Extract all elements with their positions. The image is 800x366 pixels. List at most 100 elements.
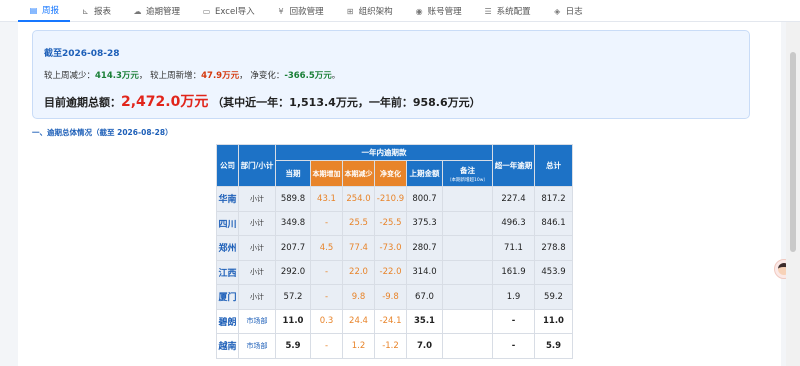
company-cell[interactable]: 四川 <box>216 210 239 236</box>
last-amount-cell: 314.0 <box>406 259 443 285</box>
decrease-cell: 77.4 <box>342 235 375 261</box>
increase-cell: - <box>310 284 343 310</box>
dept-cell[interactable]: 小计 <box>238 210 276 236</box>
net-cell: -25.5 <box>374 210 407 236</box>
over-year-cell: 496.3 <box>492 210 535 236</box>
decrease-value: 414.3万元 <box>95 71 139 81</box>
dept-cell[interactable]: 市场部 <box>238 333 276 359</box>
total-cell: 5.9 <box>534 333 573 359</box>
increase-cell: - <box>310 210 343 236</box>
nav-item-3[interactable]: ▭ Excel导入 <box>191 0 266 22</box>
nav-item-label: 逾期管理 <box>146 7 181 17</box>
decrease-cell: 24.4 <box>342 308 375 334</box>
current-cell: 57.2 <box>275 284 311 310</box>
company-cell[interactable]: 郑州 <box>216 235 239 261</box>
nav-item-label: 回款管理 <box>289 7 324 17</box>
chart-icon: ⊾ <box>82 6 89 16</box>
nav-item-label: 日志 <box>565 7 583 17</box>
nav-item-label: 组织架构 <box>358 7 393 17</box>
nav-item-4[interactable]: ¥ 回款管理 <box>266 0 335 22</box>
nav-item-5[interactable]: ⊞ 组织架构 <box>335 0 404 22</box>
nav-item-0[interactable]: ▤ 周报 <box>18 0 71 22</box>
net-cell: -73.0 <box>374 235 407 261</box>
increase-value: 47.9万元 <box>201 71 240 81</box>
last-amount-cell: 280.7 <box>406 235 443 261</box>
remark-cell <box>442 210 493 236</box>
total-cell: 817.2 <box>534 186 573 212</box>
dept-cell[interactable]: 小计 <box>238 186 276 212</box>
header-dept: 部门/小计 <box>238 144 276 187</box>
current-cell: 11.0 <box>275 308 311 334</box>
total-cell: 11.0 <box>534 308 573 334</box>
header-increase: 本期增加 <box>310 160 343 187</box>
remark-cell <box>442 235 493 261</box>
top-navigation: ▤ 周报 ⊾ 报表 ☁ 逾期管理 ▭ Excel导入 ¥ 回款管理 ⊞ 组织架构 ◉ 账号管理 ☰ 系统配置 ◈… <box>0 0 800 22</box>
remark-cell <box>442 259 493 285</box>
table-row: 郑州 小计 207.7 4.5 77.4 -73.0 280.7 71.1 278.8 <box>216 235 573 261</box>
scrollbar-thumb[interactable] <box>790 52 796 252</box>
over-year-cell: 161.9 <box>492 259 535 285</box>
total-cell: 846.1 <box>534 210 573 236</box>
nav-item-1[interactable]: ⊾ 报表 <box>70 0 122 22</box>
remark-cell <box>442 308 493 334</box>
main-content: 截至2026-08-28 较上周减少：414.3万元， 较上周新增：47.9万元… <box>18 22 794 366</box>
table-row: 四川 小计 349.8-25.5 -25.5 375.3 496.3 846.1 <box>216 210 573 236</box>
net-cell: -9.8 <box>374 284 407 310</box>
company-cell[interactable]: 碧朗 <box>216 308 239 334</box>
header-remark: 备注 （本期新增超10w） <box>442 160 493 187</box>
over-year-cell: 227.4 <box>492 186 535 212</box>
net-cell: -1.2 <box>374 333 407 359</box>
net-cell: -210.9 <box>374 186 407 212</box>
table-row: 碧朗 市场部 11.0 0.3 24.4 -24.1 35.1-11.0 <box>216 308 573 334</box>
decrease-cell: 22.0 <box>342 259 375 285</box>
header-net: 净变化 <box>374 160 407 187</box>
dept-cell[interactable]: 市场部 <box>238 308 276 334</box>
over-year-cell: 1.9 <box>492 284 535 310</box>
header-remark-label: 备注 <box>460 165 475 175</box>
net-cell: -24.1 <box>374 308 407 334</box>
dept-cell[interactable]: 小计 <box>238 259 276 285</box>
weekly-change-line: 较上周减少：414.3万元， 较上周新增：47.9万元， 净变化：-366.5万… <box>44 71 341 81</box>
total-cell: 59.2 <box>534 284 573 310</box>
total-cell: 278.8 <box>534 235 573 261</box>
current-cell: 207.7 <box>275 235 311 261</box>
nav-item-label: Excel导入 <box>215 7 255 17</box>
overdue-total-line: 目前逾期总额：2,472.0万元 （其中近一年：1,513.4万元，一年前：95… <box>44 91 481 111</box>
decrease-cell: 1.2 <box>342 333 375 359</box>
increase-cell: 0.3 <box>310 308 343 334</box>
remark-cell <box>442 333 493 359</box>
total-detail: （其中近一年：1,513.4万元，一年前：958.6万元） <box>212 96 481 109</box>
nav-item-8[interactable]: ◈ 日志 <box>542 0 594 22</box>
over-year-cell: 71.1 <box>492 235 535 261</box>
last-amount-cell: 7.0 <box>406 333 443 359</box>
file-icon: ▭ <box>202 6 211 16</box>
header-within-year: 一年内逾期款 <box>275 144 493 161</box>
nav-item-2[interactable]: ☁ 逾期管理 <box>122 0 191 22</box>
company-cell[interactable]: 江西 <box>216 259 239 285</box>
header-decrease: 本期减少 <box>342 160 375 187</box>
nav-item-label: 周报 <box>42 6 60 16</box>
last-amount-cell: 800.7 <box>406 186 443 212</box>
header-company: 公司 <box>216 144 239 187</box>
scrollbar[interactable] <box>786 22 800 366</box>
remark-cell <box>442 186 493 212</box>
yen-icon: ¥ <box>278 6 284 16</box>
header-current: 当期 <box>275 160 311 187</box>
company-cell[interactable]: 厦门 <box>216 284 239 310</box>
overdue-table: 公司 部门/小计 一年内逾期款 超一年逾期 总计 当期 本期增加 本期减少 净变… <box>216 144 573 359</box>
section-title: 一、逾期总体情况（截至 2026-08-28） <box>32 128 173 137</box>
increase-cell: - <box>310 259 343 285</box>
header-over-year: 超一年逾期 <box>492 144 535 187</box>
company-cell[interactable]: 越南 <box>216 333 239 359</box>
current-cell: 5.9 <box>275 333 311 359</box>
dept-cell[interactable]: 小计 <box>238 284 276 310</box>
cloud-icon: ☁ <box>133 6 142 16</box>
company-cell[interactable]: 华南 <box>216 186 239 212</box>
over-year-cell: - <box>492 333 535 359</box>
nav-item-6[interactable]: ◉ 账号管理 <box>404 0 473 22</box>
dept-cell[interactable]: 小计 <box>238 235 276 261</box>
table-row: 华南 小计 589.8 43.1 254.0 -210.9 800.7 227.4 817.2 <box>216 186 573 212</box>
header-last-amount: 上期金额 <box>406 160 443 187</box>
table-row: 厦门 小计 57.2-9.8 -9.8 67.0 1.9 59.2 <box>216 284 573 310</box>
nav-item-7[interactable]: ☰ 系统配置 <box>473 0 542 22</box>
